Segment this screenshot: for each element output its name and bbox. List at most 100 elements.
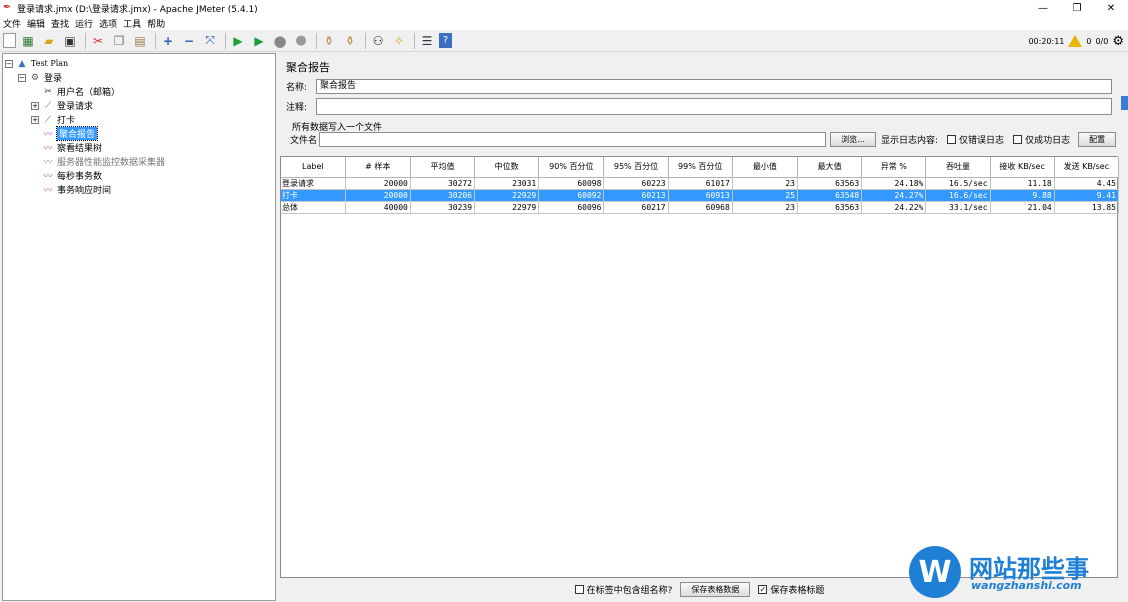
cell: 9.88 [990, 189, 1055, 202]
cell: 60098 [538, 177, 605, 190]
col-max[interactable]: 最大值 [797, 157, 863, 178]
col-throughput[interactable]: 吞吐量 [925, 157, 991, 178]
col-average[interactable]: 平均值 [410, 157, 476, 178]
menu-search[interactable]: 查找 [48, 17, 72, 30]
menu-tools[interactable]: 工具 [120, 17, 144, 30]
tree-node-perfmon[interactable]: 〰 服务器性能监控数据采集器 [42, 155, 165, 168]
col-95-pct[interactable]: 95% 百分位 [603, 157, 669, 178]
graph-icon: 〰 [43, 186, 53, 196]
start-icon[interactable]: ▶ [229, 32, 247, 50]
tree-node-test-plan[interactable]: − ▲ Test Plan [5, 57, 68, 70]
tree-node-username[interactable]: ✂ 用户名（邮箱） [42, 85, 120, 99]
shutdown-icon[interactable]: ● [292, 32, 310, 50]
toolbar-separator [316, 32, 317, 49]
cell: 60096 [538, 201, 605, 214]
save-icon[interactable]: ▣ [61, 32, 79, 50]
tree-node-aggregate-report[interactable]: 〰 聚合报告 [42, 126, 99, 141]
open-icon[interactable]: ▰ [40, 32, 58, 50]
graph-icon: 〰 [43, 172, 53, 182]
col-99-pct[interactable]: 99% 百分位 [668, 157, 733, 178]
expand-toggle[interactable]: + [31, 101, 39, 110]
tree-node-login-request[interactable]: + ⟋ 登录请求 [31, 99, 93, 112]
restore-button[interactable]: ❐ [1060, 0, 1094, 16]
new-icon[interactable] [3, 33, 16, 48]
table-row[interactable]: 打卡 20000 30206 22929 60092 60213 60913 2… [281, 189, 1120, 202]
include-group-name-option[interactable]: 在标签中包含组名称? [574, 583, 672, 596]
menu-file[interactable]: 文件 [0, 17, 24, 30]
col-min[interactable]: 最小值 [732, 157, 799, 178]
clear-all-icon[interactable]: ⚱ [341, 32, 359, 50]
function-helper-icon[interactable]: ☰ [418, 32, 436, 50]
col-label[interactable]: Label [281, 157, 346, 178]
col-sent[interactable]: 发送 KB/sec [1054, 157, 1120, 178]
table-row[interactable]: 总体 40000 30239 22979 60096 60217 60968 2… [281, 201, 1120, 214]
col-90-pct[interactable]: 90% 百分位 [538, 157, 605, 178]
filename-field[interactable] [319, 132, 826, 147]
cell: 60092 [538, 189, 605, 202]
tree-node-response-time[interactable]: 〰 事务响应时间 [42, 183, 111, 196]
cell: 20000 [345, 189, 411, 202]
warning-icon[interactable] [1068, 35, 1083, 47]
configure-button[interactable]: 配置 [1078, 132, 1117, 147]
cell: 40000 [345, 201, 411, 214]
tree-node-label: 每秒事务数 [57, 172, 103, 182]
collapse-toggle[interactable]: − [18, 73, 26, 82]
errors-only-checkbox[interactable] [947, 135, 957, 144]
warning-count: 0 [1086, 36, 1092, 46]
name-field[interactable]: 聚合报告 [316, 79, 1112, 94]
tree-node-label: 聚合报告 [55, 126, 99, 141]
col-received[interactable]: 接收 KB/sec [990, 157, 1055, 178]
col-samples[interactable]: # 样本 [345, 157, 411, 178]
cell: 33.1/sec [925, 201, 991, 214]
col-error-pct[interactable]: 异常 % [861, 157, 927, 178]
remote-globe-icon[interactable]: ⚙ [1112, 34, 1124, 49]
name-row: 名称: 聚合报告 [286, 79, 1112, 94]
start-no-pauses-icon[interactable]: ▶ [250, 32, 268, 50]
toolbar-separator [365, 32, 366, 49]
menu-options[interactable]: 选项 [96, 17, 120, 30]
browse-button[interactable]: 浏览... [830, 132, 876, 147]
save-header-checkbox[interactable]: ✓ [758, 585, 768, 594]
comment-field[interactable] [316, 98, 1112, 115]
collapse-icon[interactable]: − [180, 32, 198, 50]
cell: 60223 [603, 177, 669, 190]
paste-icon[interactable]: ▤ [131, 32, 149, 50]
toggle-icon[interactable]: ⤧ [201, 32, 219, 50]
expand-icon[interactable]: + [159, 32, 177, 50]
menu-edit[interactable]: 编辑 [24, 17, 48, 30]
toolbar: ▦ ▰ ▣ ✂ ❐ ▤ + − ⤧ ▶ ▶ ● ● ⚱ ⚱ ⚇ ✧ ☰ ? [0, 30, 1128, 52]
cell: 23 [732, 201, 799, 214]
window-controls: — ❐ ✕ [1026, 0, 1128, 16]
table-row[interactable]: 登录请求 20000 30272 23031 60098 60223 61017… [281, 177, 1120, 190]
tree-node-label: 服务器性能监控数据采集器 [57, 158, 166, 168]
copy-icon[interactable]: ❐ [110, 32, 128, 50]
graph-icon: 〰 [43, 130, 53, 140]
cut-icon[interactable]: ✂ [89, 32, 107, 50]
col-median[interactable]: 中位数 [474, 157, 540, 178]
expand-toggle[interactable]: + [31, 115, 39, 124]
clear-icon[interactable]: ⚱ [320, 32, 338, 50]
thread-count: 0/0 [1095, 36, 1109, 46]
templates-icon[interactable]: ▦ [19, 32, 37, 50]
collapse-toggle[interactable]: − [5, 59, 13, 68]
errors-only-label: 仅错误日志 [959, 136, 1005, 146]
minimize-button[interactable]: — [1026, 0, 1060, 16]
reset-search-icon[interactable]: ✧ [390, 32, 408, 50]
include-group-name-checkbox[interactable] [574, 585, 584, 594]
tree-node-results-tree[interactable]: 〰 察看结果树 [42, 141, 102, 154]
tree-node-tps[interactable]: 〰 每秒事务数 [42, 169, 102, 182]
search-icon[interactable]: ⚇ [369, 32, 387, 50]
menu-help[interactable]: 帮助 [144, 17, 168, 30]
help-icon[interactable]: ? [439, 33, 452, 48]
side-tab[interactable] [1121, 96, 1128, 110]
log-content-label: 显示日志内容: [881, 136, 939, 146]
save-header-option[interactable]: ✓ 保存表格标题 [758, 583, 824, 596]
close-button[interactable]: ✕ [1094, 0, 1128, 16]
tree-node-thread-group[interactable]: − ⚙ 登录 [18, 71, 62, 84]
save-table-button[interactable]: 保存表格数据 [680, 582, 751, 597]
tree-node-punch-in[interactable]: + ⟋ 打卡 [31, 113, 75, 126]
success-only-checkbox[interactable] [1013, 135, 1023, 144]
stop-icon[interactable]: ● [271, 32, 289, 50]
menu-run[interactable]: 运行 [72, 17, 96, 30]
scissors-icon: ✂ [44, 86, 52, 97]
